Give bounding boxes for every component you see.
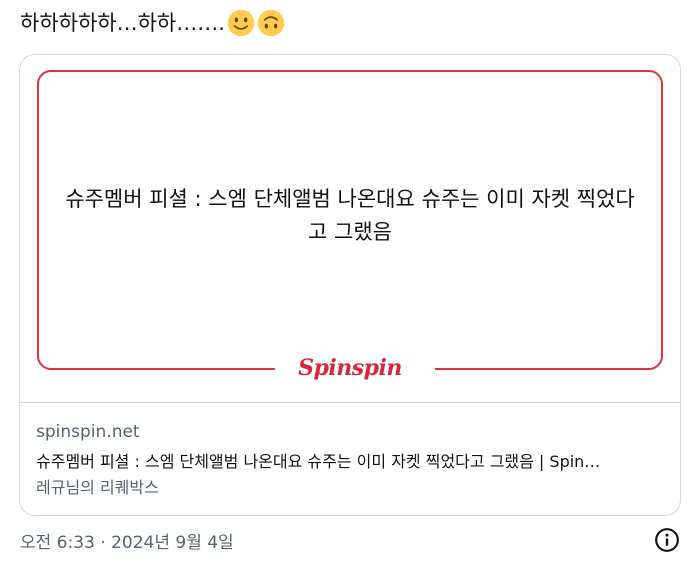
link-card[interactable]: 슈주멤버 피셜 : 스엠 단체앨범 나온대요 슈주는 이미 자켓 찍었다고 그랬… xyxy=(19,54,681,516)
slightly-smiling-face-icon xyxy=(227,9,255,37)
card-title: 슈주멤버 피셜 : 스엠 단체앨범 나온대요 슈주는 이미 자켓 찍었다고 그랬… xyxy=(36,452,601,471)
upside-down-face-icon xyxy=(257,9,285,37)
info-icon[interactable] xyxy=(654,527,680,553)
tweet-text-body: 하하하하하…하하……. xyxy=(20,11,225,35)
spinspin-logo: Spinspin xyxy=(298,355,402,381)
card-domain: spinspin.net xyxy=(36,422,140,442)
tweet-timestamp[interactable]: 오전 6:33 · 2024년 9월 4일 xyxy=(20,528,234,553)
card-image-title: 슈주멤버 피셜 : 스엠 단체앨범 나온대요 슈주는 이미 자켓 찍었다고 그랬… xyxy=(65,187,635,244)
tweet-text: 하하하하하…하하……. xyxy=(20,8,285,38)
card-description: 레규님의 리퀘박스 xyxy=(36,478,159,497)
card-image[interactable]: 슈주멤버 피셜 : 스엠 단체앨범 나온대요 슈주는 이미 자켓 찍었다고 그랬… xyxy=(20,55,680,403)
